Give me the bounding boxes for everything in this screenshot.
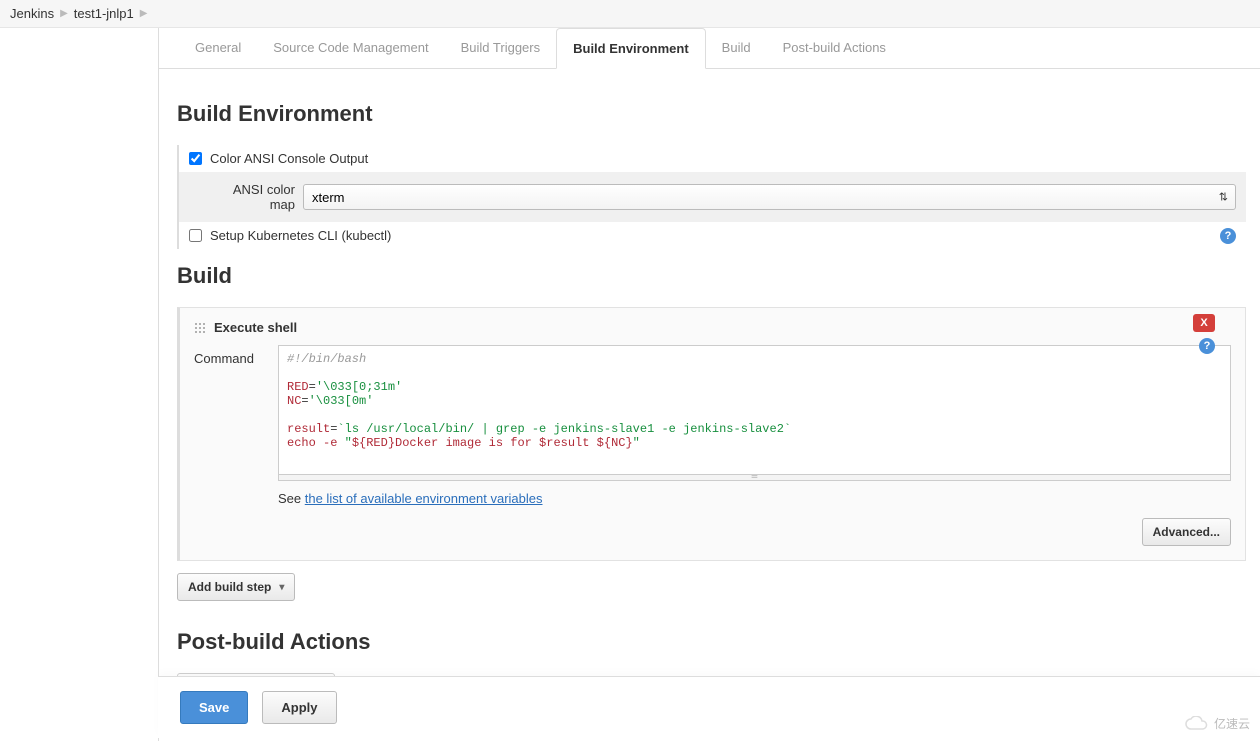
build-environment-heading: Build Environment [177, 101, 1246, 127]
tab-general[interactable]: General [179, 28, 257, 68]
help-icon[interactable]: ? [1220, 228, 1236, 244]
ansi-map-select-wrap: xterm ⇅ [303, 184, 1236, 210]
resize-handle[interactable]: ═ [278, 475, 1231, 481]
tab-scm[interactable]: Source Code Management [257, 28, 444, 68]
env-vars-link[interactable]: the list of available environment variab… [305, 491, 543, 506]
tab-build[interactable]: Build [706, 28, 767, 68]
build-env-options: Color ANSI Console Output ANSI color map… [177, 145, 1246, 249]
kubectl-checkbox[interactable] [189, 229, 202, 242]
command-editor[interactable]: #!/bin/bash RED='\033[0;31m' NC='\033[0m… [278, 345, 1231, 475]
advanced-button[interactable]: Advanced... [1142, 518, 1231, 546]
sidebar [0, 28, 158, 741]
main-content: General Source Code Management Build Tri… [158, 28, 1260, 741]
color-ansi-checkbox[interactable] [189, 152, 202, 165]
help-icon[interactable]: ? [1199, 338, 1215, 354]
breadcrumb-item[interactable]: Jenkins [10, 6, 54, 21]
build-heading: Build [177, 263, 1246, 289]
ansi-map-label: ANSI color map [209, 182, 295, 212]
breadcrumb-item[interactable]: test1-jnlp1 [74, 6, 134, 21]
ansi-map-select[interactable]: xterm [303, 184, 1236, 210]
chevron-right-icon: ▶ [60, 8, 68, 19]
delete-step-button[interactable]: X [1193, 314, 1215, 332]
ansi-color-map-row: ANSI color map xterm ⇅ [179, 172, 1246, 222]
tab-triggers[interactable]: Build Triggers [445, 28, 556, 68]
drag-handle-icon[interactable] [194, 322, 206, 334]
tab-build-environment[interactable]: Build Environment [556, 28, 706, 69]
kubectl-label: Setup Kubernetes CLI (kubectl) [210, 228, 391, 243]
build-step-execute-shell: X ? Execute shell Command #!/bin/bash RE… [177, 307, 1246, 561]
color-ansi-label: Color ANSI Console Output [210, 151, 368, 166]
option-color-ansi: Color ANSI Console Output [179, 145, 1246, 172]
save-button[interactable]: Save [180, 691, 248, 724]
add-build-step-button[interactable]: Add build step [177, 573, 295, 601]
step-title: Execute shell [214, 320, 297, 335]
tab-post-build[interactable]: Post-build Actions [767, 28, 902, 68]
post-build-heading: Post-build Actions [177, 629, 1246, 655]
tabs: General Source Code Management Build Tri… [159, 28, 1260, 69]
apply-button[interactable]: Apply [262, 691, 336, 724]
cloud-icon [1184, 716, 1210, 732]
footer-bar: Save Apply [158, 676, 1260, 738]
watermark: 亿速云 [1184, 715, 1250, 732]
command-label: Command [194, 345, 264, 366]
chevron-right-icon: ▶ [140, 8, 148, 19]
breadcrumb: Jenkins ▶ test1-jnlp1 ▶ [0, 0, 1260, 28]
env-vars-hint: See the list of available environment va… [278, 491, 1231, 506]
option-kubectl: Setup Kubernetes CLI (kubectl) ? [179, 222, 1246, 249]
